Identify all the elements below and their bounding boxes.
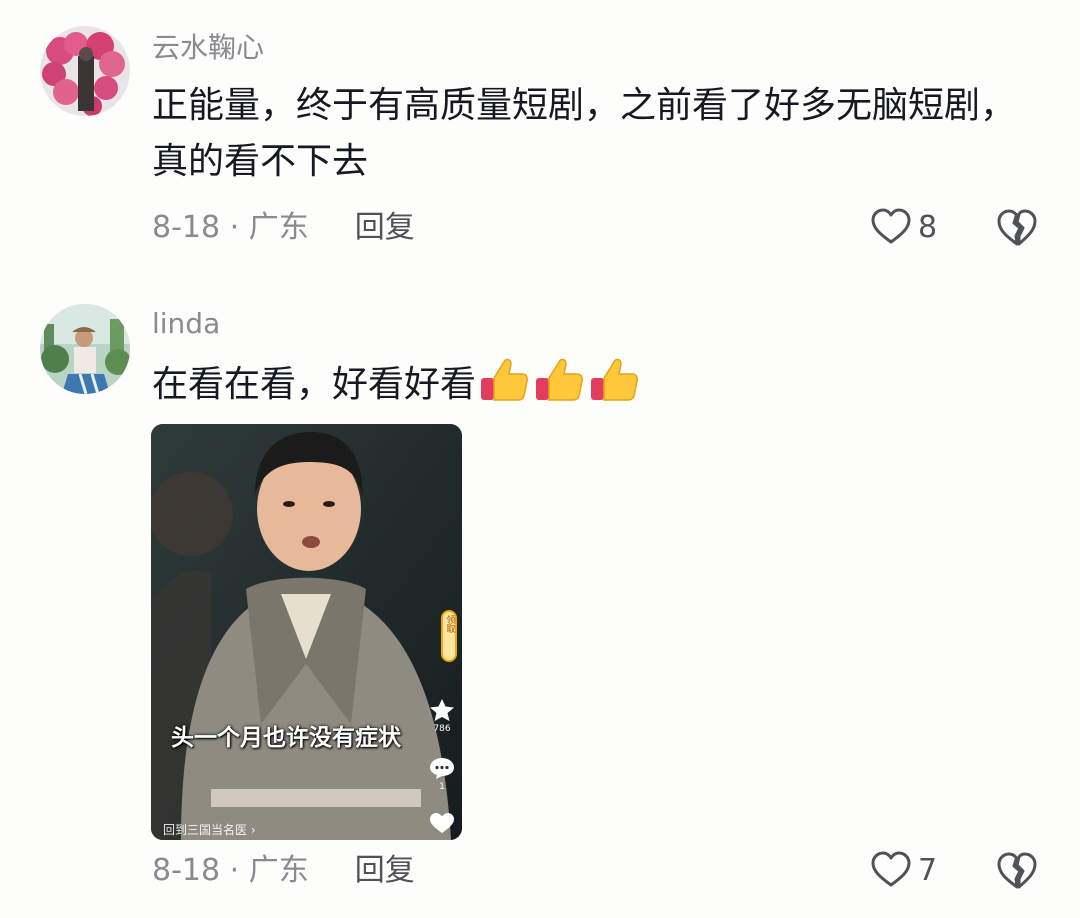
like-video-button[interactable] bbox=[428, 812, 456, 838]
series-link[interactable]: 回到三国当名医 › bbox=[163, 821, 256, 838]
heart-icon bbox=[430, 813, 454, 833]
date-location: 8-18 · 广东 bbox=[152, 853, 309, 888]
video-thumbnail[interactable]: 头一个月也许没有症状 领取 786 1 回到三国当名医 › bbox=[151, 424, 462, 840]
like-button[interactable]: 8 bbox=[870, 208, 937, 246]
username[interactable]: 云水鞠心 bbox=[152, 31, 264, 65]
comment-button[interactable]: 1 bbox=[428, 756, 456, 792]
like-count: 8 bbox=[918, 209, 938, 245]
star-icon bbox=[430, 699, 454, 721]
like-count: 7 bbox=[918, 852, 938, 888]
broken-heart-icon bbox=[997, 209, 1037, 246]
comment-text-body: 在看在看，好看好看 bbox=[152, 364, 477, 405]
comment-meta: 8-18 · 广东 回复 bbox=[152, 210, 415, 246]
favorite-count: 786 bbox=[433, 724, 451, 734]
emoji-group bbox=[478, 354, 643, 406]
avatar[interactable] bbox=[40, 304, 130, 394]
thumbs-up-icon bbox=[591, 358, 639, 401]
comment-meta: 8-18 · 广东 回复 bbox=[152, 853, 415, 889]
dislike-button[interactable] bbox=[996, 208, 1038, 252]
video-subtitle: 头一个月也许没有症状 bbox=[171, 724, 401, 751]
reply-button[interactable]: 回复 bbox=[355, 210, 415, 245]
avatar[interactable] bbox=[40, 26, 130, 116]
dislike-button[interactable] bbox=[996, 851, 1038, 895]
comment-bubble-icon bbox=[430, 758, 454, 779]
favorite-button[interactable]: 786 bbox=[428, 698, 456, 734]
reward-badge[interactable]: 领取 bbox=[441, 610, 457, 662]
reply-button[interactable]: 回复 bbox=[355, 853, 415, 888]
date-location: 8-18 · 广东 bbox=[152, 210, 309, 245]
broken-heart-icon bbox=[997, 852, 1037, 889]
heart-icon bbox=[871, 851, 911, 887]
thumbs-up-icon bbox=[536, 358, 584, 401]
comment-text: 在看在看，好看好看 bbox=[152, 354, 1052, 413]
like-button[interactable]: 7 bbox=[870, 851, 937, 889]
username[interactable]: linda bbox=[152, 307, 220, 341]
thumbs-up-icon bbox=[481, 358, 529, 401]
video-frame bbox=[151, 424, 462, 840]
comment-count: 1 bbox=[439, 782, 445, 792]
heart-icon bbox=[871, 208, 911, 244]
comment-text: 正能量，终于有高质量短剧，之前看了好多无脑短剧，真的看不下去 bbox=[152, 85, 1017, 182]
